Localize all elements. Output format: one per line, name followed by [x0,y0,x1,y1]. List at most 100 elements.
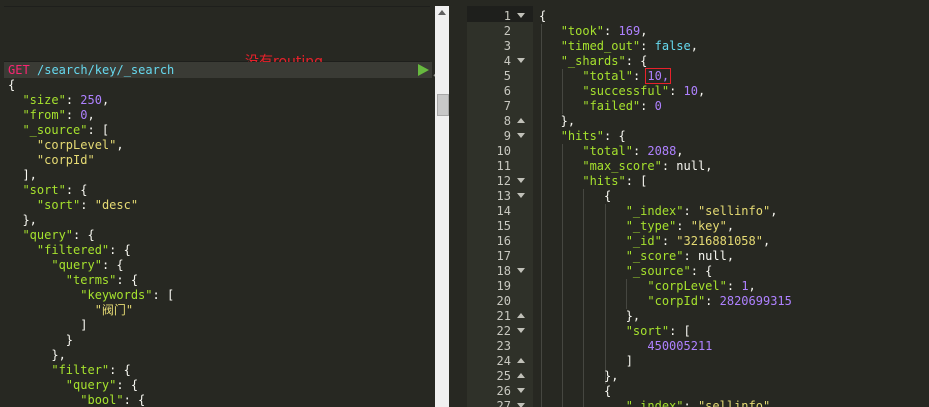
code-token: : [683,399,698,407]
fold-toggle-icon[interactable] [517,133,525,138]
code-token: "size" [22,93,66,107]
code-token: , [748,279,756,293]
code-token: : [726,279,742,293]
request-line[interactable]: GET /search/key/_search [4,62,432,78]
line-number: 27 [467,399,533,407]
response-line: "total": 2088, [539,144,792,159]
code-token: : { [116,378,139,392]
fold-toggle-icon[interactable] [517,268,525,273]
code-token: : { [73,228,95,242]
code-token: , [697,84,706,98]
code-token: "query" [65,378,117,392]
request-line: "sort": "desc" [8,198,174,213]
fold-end-icon[interactable] [517,313,525,318]
fold-toggle-icon[interactable] [517,403,525,407]
response-line: "_score": null, [539,249,792,264]
response-line: "hits": [ [539,174,792,189]
request-editor[interactable]: GET /search/key/_search { "size": 250, "… [4,62,432,407]
response-line: "total": 10, [539,68,792,84]
code-token: "_index" [625,399,684,407]
code-token: , [676,144,684,158]
request-line: "from": 0, [8,108,174,123]
scroll-thumb[interactable] [437,94,449,116]
fold-end-icon[interactable] [517,118,525,123]
response-body[interactable]: { "took": 169, "timed_out": false, "_sha… [539,9,792,407]
fold-toggle-icon[interactable] [517,193,525,198]
code-token: "query" [51,258,102,272]
code-token: ], [8,168,37,182]
response-line: "corpId": 2820699315 [539,294,792,309]
code-token: "_id" [625,234,662,248]
response-line: "max_score": null, [539,159,792,174]
line-number: 3 [503,39,511,53]
fold-toggle-icon[interactable] [517,328,525,333]
line-number: 19 [496,279,511,293]
fold-toggle-icon[interactable] [517,178,525,183]
request-line: ], [8,168,174,183]
line-number: 9 [467,129,533,144]
line-number: 2 [503,24,511,38]
code-token: "sort" [36,198,81,212]
code-token: "_index" [625,204,684,218]
fold-toggle-icon[interactable] [517,58,525,63]
request-line: "keywords": [ [8,288,174,303]
code-token: "corpId" [647,294,706,308]
request-history-area [4,6,430,62]
request-scrollbar[interactable] [435,6,449,407]
response-pane: 1 2 3 4 5 6 7 8 9 10 11 12 13 14 15 16 17 18 19 20 21 22 23 24 2… [467,0,929,407]
response-line: "failed": 0 [539,99,792,114]
request-line: "terms": { [8,273,174,288]
code-token: { [539,9,547,23]
code-token: 10 [683,84,698,98]
scroll-up-arrow-icon[interactable] [438,10,446,15]
request-body[interactable]: { "size": 250, "from": 0, "_source": [ "… [8,78,174,407]
code-token: { [8,78,16,92]
code-token: : null, [683,249,735,263]
line-number: 12 [467,174,533,189]
code-token: "total" [582,144,633,158]
code-token: : [632,144,648,158]
code-token: "sort" [22,183,66,197]
response-line: "successful": 10, [539,84,792,99]
code-token: "sellinfo" [697,204,771,218]
line-number: 10 [496,144,511,158]
code-token: "failed" [582,99,641,113]
request-line: "corpId" [8,153,174,168]
code-token: : [604,24,619,38]
pane-divider[interactable] [455,0,467,407]
code-token: "keywords" [80,288,153,302]
code-token: { [539,189,612,203]
code-token: 2820699315 [719,294,792,308]
fold-end-icon[interactable] [517,358,525,363]
code-token: , [726,219,735,233]
code-token: : [ [669,324,691,338]
fold-toggle-icon[interactable] [517,13,525,18]
fold-toggle-icon[interactable] [517,388,525,393]
line-number: 13 [467,189,533,204]
code-token: } [8,333,74,347]
fold-end-icon[interactable] [517,373,525,378]
play-icon[interactable] [418,64,429,76]
code-token: "max_score" [582,159,662,173]
code-token: : [640,39,655,53]
line-number: 15 [496,219,511,233]
line-number: 18 [467,264,533,279]
request-line: "_source": [ [8,123,174,138]
code-token: }, [8,213,37,227]
line-number-gutter: 1 2 3 4 5 6 7 8 9 10 11 12 13 14 15 16 17 18 19 20 21 22 23 24 2… [467,6,533,407]
code-token: : [676,219,691,233]
code-token: , [116,138,124,152]
request-line: "filtered": { [8,243,174,258]
response-line: "_source": { [539,264,792,279]
